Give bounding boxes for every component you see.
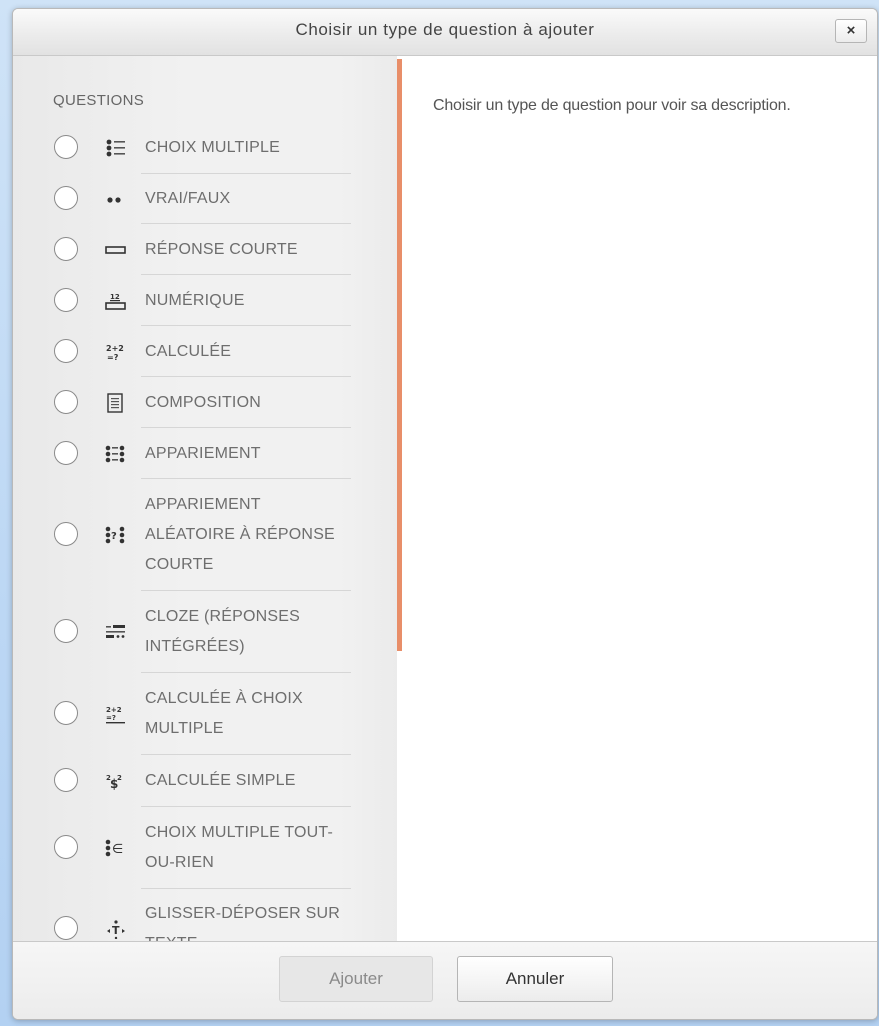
question-type-item-match[interactable]: APPARIEMENT bbox=[13, 428, 397, 479]
question-type-item-multichoice[interactable]: CHOIX MULTIPLE bbox=[13, 122, 397, 174]
multichoiceset-icon: ∈ bbox=[105, 839, 123, 857]
question-type-item-calculatedsimple[interactable]: 2 2 $ CALCULÉE SIMPLE bbox=[13, 755, 397, 807]
description-panel: Choisir un type de question pour voir sa… bbox=[403, 56, 877, 941]
multichoice-icon bbox=[106, 139, 125, 157]
question-type-label: APPARIEMENT ALÉATOIRE À RÉPONSE COURTE bbox=[145, 496, 335, 573]
question-type-list: CHOIX MULTIPLE VRAI/FAUX RÉPONSE COURTE bbox=[13, 122, 397, 941]
multianswer-icon bbox=[106, 625, 125, 638]
radio-multichoiceset[interactable] bbox=[54, 835, 78, 859]
question-type-label: CALCULÉE À CHOIX MULTIPLE bbox=[145, 690, 303, 737]
question-type-dialog: Choisir un type de question à ajouter × … bbox=[12, 8, 878, 1020]
dialog-titlebar: Choisir un type de question à ajouter × bbox=[13, 9, 877, 56]
radio-multichoice[interactable] bbox=[54, 135, 78, 159]
question-type-label: NUMÉRIQUE bbox=[145, 291, 245, 309]
radio-calculated[interactable] bbox=[54, 338, 78, 363]
calculatedmulti-icon: 2+2 =? bbox=[106, 706, 125, 724]
question-type-label: VRAI/FAUX bbox=[145, 190, 231, 207]
shortanswer-icon bbox=[105, 245, 126, 254]
radio-randomsamatch[interactable] bbox=[54, 522, 78, 546]
question-type-label: CHOIX MULTIPLE TOUT-OU-RIEN bbox=[145, 824, 334, 871]
svg-text:2+2: 2+2 bbox=[106, 706, 122, 714]
randomsamatch-icon: ? bbox=[105, 526, 125, 544]
radio-match[interactable] bbox=[54, 440, 78, 465]
question-type-list-panel[interactable]: QUESTIONS CHOIX MULTIPLE VRAI/FAUX RÉPON… bbox=[13, 56, 397, 941]
svg-text:∈: ∈ bbox=[112, 842, 123, 857]
calculatedsimple-icon: 2 2 $ bbox=[106, 774, 122, 791]
section-label-questions: QUESTIONS bbox=[53, 92, 145, 109]
question-type-label: RÉPONSE COURTE bbox=[145, 240, 298, 258]
truefalse-icon bbox=[107, 197, 121, 203]
radio-essay[interactable] bbox=[54, 389, 78, 414]
radio-truefalse[interactable] bbox=[54, 186, 78, 210]
svg-text:$: $ bbox=[110, 777, 118, 791]
cancel-button[interactable]: Annuler bbox=[457, 956, 613, 1002]
close-button[interactable]: × bbox=[835, 19, 867, 43]
radio-ddwtos[interactable] bbox=[54, 916, 78, 940]
question-type-item-multianswer[interactable]: CLOZE (RÉPONSES INTÉGRÉES) bbox=[13, 591, 397, 673]
add-button[interactable]: Ajouter bbox=[279, 956, 433, 1002]
question-type-label: CALCULÉE bbox=[145, 342, 232, 360]
radio-calculatedmulti[interactable] bbox=[54, 701, 78, 725]
question-type-item-calculated[interactable]: 2+2 =? CALCULÉE bbox=[13, 326, 397, 377]
question-type-label: GLISSER-DÉPOSER SUR TEXTE bbox=[145, 905, 340, 941]
question-type-item-essay[interactable]: COMPOSITION bbox=[13, 377, 397, 428]
question-type-item-multichoiceset[interactable]: ∈ CHOIX MULTIPLE TOUT-OU-RIEN bbox=[13, 807, 397, 889]
question-type-label: CLOZE (RÉPONSES INTÉGRÉES) bbox=[145, 608, 301, 655]
radio-numerical[interactable] bbox=[54, 287, 78, 312]
question-type-description: Choisir un type de question pour voir sa… bbox=[433, 97, 791, 114]
question-type-item-truefalse[interactable]: VRAI/FAUX bbox=[13, 174, 397, 224]
calculated-icon: 2+2 =? bbox=[106, 344, 124, 362]
radio-multianswer[interactable] bbox=[54, 619, 78, 643]
question-type-label: APPARIEMENT bbox=[145, 444, 261, 462]
scroll-indicator[interactable] bbox=[397, 59, 402, 651]
dialog-footer: Ajouter Annuler bbox=[13, 941, 877, 1019]
question-type-label: CHOIX MULTIPLE bbox=[145, 139, 280, 156]
ddwtos-icon: T bbox=[107, 920, 125, 939]
radio-calculatedsimple[interactable] bbox=[54, 768, 78, 792]
question-type-item-ddwtos[interactable]: T GLISSER-DÉPOSER SUR TEXTE bbox=[13, 889, 397, 941]
question-type-item-calculatedmulti[interactable]: 2+2 =? CALCULÉE À CHOIX MULTIPLE bbox=[13, 673, 397, 755]
svg-text:12: 12 bbox=[110, 293, 120, 301]
svg-text:T: T bbox=[112, 924, 120, 937]
svg-text:?: ? bbox=[111, 531, 117, 542]
question-type-item-numerical[interactable]: 12 NUMÉRIQUE bbox=[13, 275, 397, 326]
question-type-item-shortanswer[interactable]: RÉPONSE COURTE bbox=[13, 224, 397, 275]
svg-text:2+2: 2+2 bbox=[106, 344, 124, 353]
question-type-label: COMPOSITION bbox=[145, 393, 261, 411]
numerical-icon: 12 bbox=[105, 293, 126, 310]
question-type-item-randomsamatch[interactable]: ? APPARIEMENT ALÉATOIRE À RÉPONSE COURTE bbox=[13, 479, 397, 591]
essay-icon bbox=[107, 392, 123, 413]
radio-shortanswer[interactable] bbox=[54, 236, 78, 261]
match-icon bbox=[105, 445, 125, 462]
dialog-title: Choisir un type de question à ajouter bbox=[295, 20, 595, 39]
svg-text:=?: =? bbox=[106, 714, 116, 722]
question-type-label: CALCULÉE SIMPLE bbox=[145, 772, 296, 789]
svg-text:=?: =? bbox=[107, 353, 119, 362]
